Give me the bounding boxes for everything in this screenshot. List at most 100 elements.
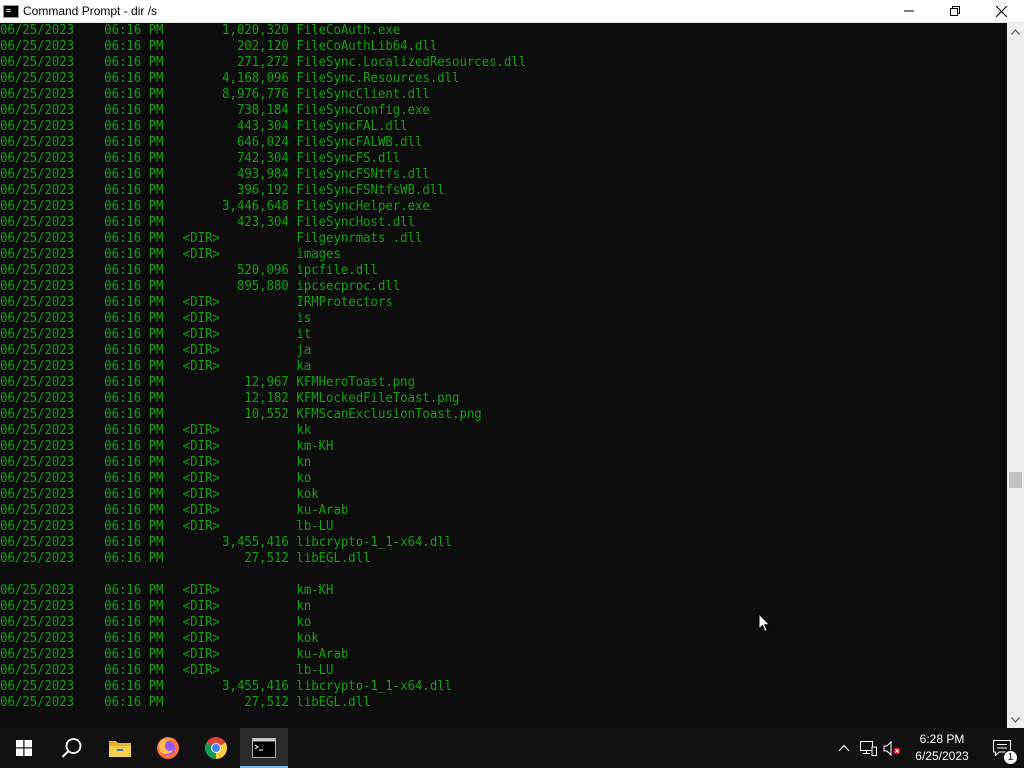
console-line: 06/25/2023 06:16 PM <DIR> kok — [0, 631, 954, 647]
console-line: 06/25/2023 06:16 PM 3,455,416 libcrypto-1_1… — [0, 679, 954, 695]
firefox-icon — [157, 737, 179, 759]
taskbar: 6:28 PM 6/25/2023 1 — [0, 728, 1024, 768]
line-date: 06/25/2023 — [0, 71, 75, 86]
title-bar[interactable]: Command Prompt - dir /s — [0, 0, 1024, 23]
line-filename: ipcsecproc.dll — [296, 279, 401, 294]
line-date: 06/25/2023 — [0, 87, 75, 102]
action-center-button[interactable]: 1 — [980, 728, 1024, 768]
console-line: 06/25/2023 06:16 PM <DIR> Filgeynrmats .dll — [0, 231, 954, 247]
line-dir-marker: <DIR> — [182, 631, 220, 646]
scroll-up-button[interactable] — [1007, 23, 1024, 40]
line-dir-marker: <DIR> — [182, 663, 220, 678]
volume-button[interactable] — [880, 728, 904, 768]
console-line: 06/25/2023 06:16 PM 27,512 libEGL.dll — [0, 695, 954, 711]
line-date: 06/25/2023 — [0, 231, 75, 246]
network-button[interactable] — [856, 728, 880, 768]
console-line: 06/25/2023 06:16 PM <DIR> ja — [0, 343, 954, 359]
chrome-button[interactable] — [192, 728, 240, 768]
line-size: 10,552 — [244, 407, 289, 422]
console-output[interactable]: 06/25/2023 06:16 PM 1,020,320 FileCoAuth.ex… — [0, 23, 1007, 728]
line-filename: km-KH — [296, 439, 334, 454]
show-hidden-icons-button[interactable] — [832, 728, 856, 768]
console-line: 06/25/2023 06:16 PM <DIR> it — [0, 327, 954, 343]
line-dir-marker: <DIR> — [182, 615, 220, 630]
line-date: 06/25/2023 — [0, 679, 75, 694]
line-filename: images — [296, 247, 341, 262]
line-time: 06:16 PM — [104, 215, 164, 230]
line-filename: ko — [296, 471, 312, 486]
scroll-thumb[interactable] — [1009, 472, 1022, 488]
line-date: 06/25/2023 — [0, 327, 75, 342]
command-prompt-button[interactable] — [240, 728, 288, 768]
line-time: 06:16 PM — [104, 359, 164, 374]
line-date: 06/25/2023 — [0, 423, 75, 438]
line-time: 06:16 PM — [104, 263, 164, 278]
close-button[interactable] — [978, 0, 1024, 23]
line-filename: kn — [296, 455, 312, 470]
line-date: 06/25/2023 — [0, 247, 75, 262]
line-dir-marker: <DIR> — [182, 519, 220, 534]
search-button[interactable] — [48, 728, 96, 768]
line-filename: FileSyncFSNtfsWB.dll — [296, 183, 445, 198]
line-filename: libEGL.dll — [296, 695, 371, 710]
line-filename: FileSyncFALWB.dll — [296, 135, 423, 150]
console-line: 06/25/2023 06:16 PM <DIR> kn — [0, 599, 954, 615]
line-size: 742,304 — [236, 151, 289, 166]
line-filename: ku-Arab — [296, 503, 349, 518]
line-filename: it — [296, 327, 312, 342]
line-size: 8,976,776 — [222, 87, 289, 102]
line-date: 06/25/2023 — [0, 359, 75, 374]
line-time: 06:16 PM — [104, 503, 164, 518]
vertical-scrollbar[interactable] — [1007, 23, 1024, 728]
line-time: 06:16 PM — [104, 423, 164, 438]
line-time: 06:16 PM — [104, 295, 164, 310]
line-dir-marker: <DIR> — [182, 503, 220, 518]
line-time: 06:16 PM — [104, 231, 164, 246]
line-filename: is — [296, 311, 312, 326]
line-filename: FileCoAuth.exe — [296, 23, 401, 38]
line-date: 06/25/2023 — [0, 199, 75, 214]
start-button[interactable] — [0, 728, 48, 768]
line-time: 06:16 PM — [104, 519, 164, 534]
line-dir-marker: <DIR> — [182, 487, 220, 502]
line-dir-marker: <DIR> — [182, 231, 220, 246]
line-time: 06:16 PM — [104, 39, 164, 54]
console-line: 06/25/2023 06:16 PM 1,020,320 FileCoAuth.ex… — [0, 23, 954, 39]
notification-badge: 1 — [1003, 750, 1018, 765]
line-filename: FileSync.Resources.dll — [296, 71, 460, 86]
line-size: 27,512 — [244, 551, 289, 566]
line-time: 06:16 PM — [104, 695, 164, 710]
system-tray: 6:28 PM 6/25/2023 1 — [832, 728, 1024, 768]
console-line: 06/25/2023 06:16 PM 8,976,776 FileSyncClien… — [0, 87, 954, 103]
console-line: 06/25/2023 06:16 PM <DIR> lb-LU — [0, 519, 954, 535]
line-dir-marker: <DIR> — [182, 247, 220, 262]
restore-button[interactable] — [932, 0, 978, 23]
line-filename: ko — [296, 615, 312, 630]
command-prompt-icon — [252, 738, 276, 758]
line-filename: kok — [296, 631, 319, 646]
line-date: 06/25/2023 — [0, 471, 75, 486]
console-line: 06/25/2023 06:16 PM 3,455,416 libcrypto-1_1… — [0, 535, 954, 551]
console-line: 06/25/2023 06:16 PM 493,984 FileSyncFSNtfs.… — [0, 167, 954, 183]
minimize-icon — [904, 10, 914, 12]
search-icon — [61, 738, 82, 758]
line-size: 12,182 — [244, 391, 289, 406]
line-date: 06/25/2023 — [0, 23, 75, 38]
console-line: 06/25/2023 06:16 PM 738,184 FileSyncConfig.… — [0, 103, 954, 119]
console-line: 06/25/2023 06:16 PM 10,552 KFMScanExclusion… — [0, 407, 954, 423]
taskbar-clock[interactable]: 6:28 PM 6/25/2023 — [904, 728, 980, 768]
line-time: 06:16 PM — [104, 199, 164, 214]
line-date: 06/25/2023 — [0, 375, 75, 390]
console-line: 06/25/2023 06:16 PM <DIR> km-KH — [0, 439, 954, 455]
line-time: 06:16 PM — [104, 151, 164, 166]
console-line: 06/25/2023 06:16 PM 396,192 FileSyncFSNtfsW… — [0, 183, 954, 199]
line-size: 4,168,096 — [222, 71, 289, 86]
scroll-down-button[interactable] — [1007, 711, 1024, 728]
cmd-icon — [3, 4, 19, 18]
minimize-button[interactable] — [886, 0, 932, 23]
line-filename: libcrypto-1_1-x64.dll — [296, 535, 453, 550]
line-time: 06:16 PM — [104, 455, 164, 470]
file-explorer-button[interactable] — [96, 728, 144, 768]
firefox-button[interactable] — [144, 728, 192, 768]
